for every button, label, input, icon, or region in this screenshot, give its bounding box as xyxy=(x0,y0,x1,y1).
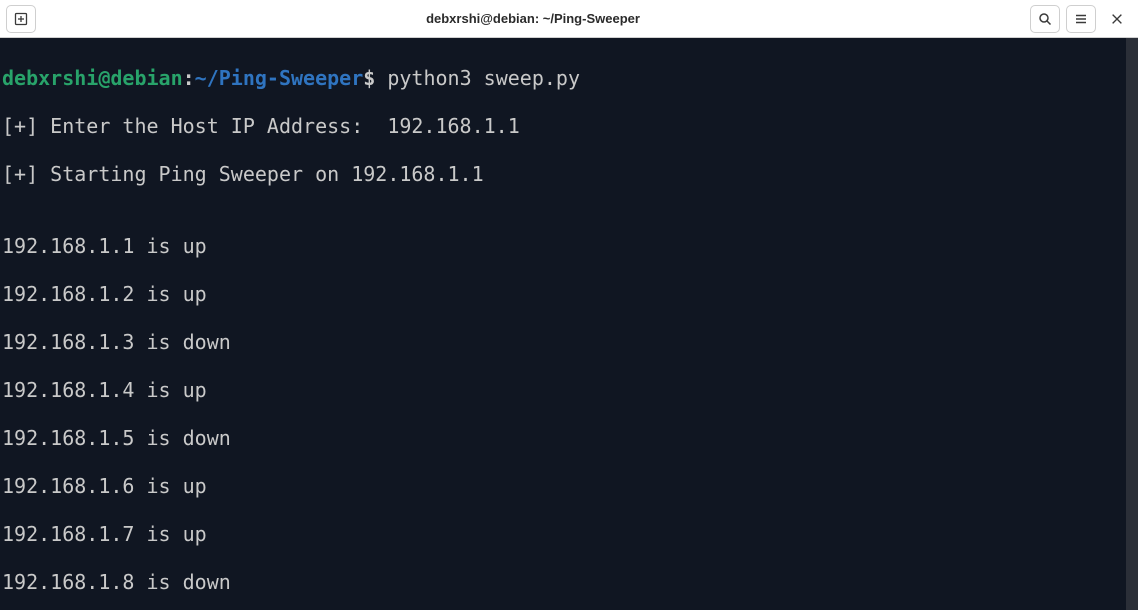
titlebar-right xyxy=(1030,5,1132,33)
terminal-line: 192.168.1.2 is up xyxy=(2,282,1136,306)
close-icon xyxy=(1110,12,1124,26)
terminal-line: 192.168.1.6 is up xyxy=(2,474,1136,498)
prompt-symbol: $ xyxy=(363,66,375,90)
prompt-path: ~/Ping-Sweeper xyxy=(195,66,364,90)
terminal-line: 192.168.1.7 is up xyxy=(2,522,1136,546)
terminal-line: debxrshi@debian:~/Ping-Sweeper$ python3 … xyxy=(2,66,1136,90)
terminal-line: 192.168.1.4 is up xyxy=(2,378,1136,402)
terminal-line: 192.168.1.8 is down xyxy=(2,570,1136,594)
menu-button[interactable] xyxy=(1066,5,1096,33)
close-button[interactable] xyxy=(1102,5,1132,33)
terminal-line: [+] Enter the Host IP Address: 192.168.1… xyxy=(2,114,1136,138)
search-icon xyxy=(1037,11,1053,27)
terminal-area[interactable]: debxrshi@debian:~/Ping-Sweeper$ python3 … xyxy=(0,38,1138,610)
terminal-line: 192.168.1.5 is down xyxy=(2,426,1136,450)
command-text: python3 sweep.py xyxy=(375,66,580,90)
terminal-line: 192.168.1.1 is up xyxy=(2,234,1136,258)
new-tab-button[interactable] xyxy=(6,5,36,33)
search-button[interactable] xyxy=(1030,5,1060,33)
titlebar: debxrshi@debian: ~/Ping-Sweeper xyxy=(0,0,1138,38)
prompt-user: debxrshi@debian xyxy=(2,66,183,90)
terminal-line: 192.168.1.3 is down xyxy=(2,330,1136,354)
terminal-line: [+] Starting Ping Sweeper on 192.168.1.1 xyxy=(2,162,1136,186)
scrollbar[interactable] xyxy=(1126,38,1138,610)
window-title: debxrshi@debian: ~/Ping-Sweeper xyxy=(42,11,1024,26)
terminal-window: debxrshi@debian: ~/Ping-Sweeper xyxy=(0,0,1138,610)
hamburger-icon xyxy=(1073,11,1089,27)
new-tab-icon xyxy=(13,11,29,27)
prompt-colon: : xyxy=(183,66,195,90)
